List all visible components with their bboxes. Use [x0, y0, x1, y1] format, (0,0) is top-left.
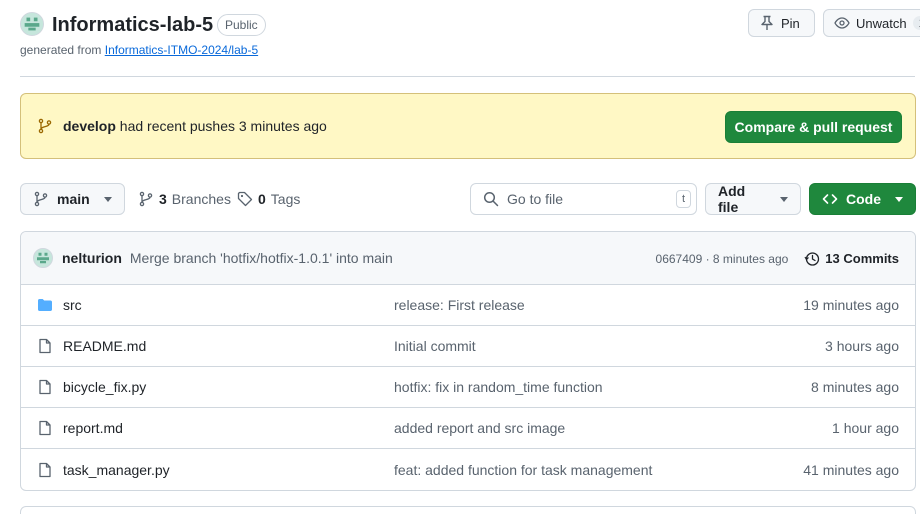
eye-icon [834, 17, 850, 29]
search-input[interactable] [507, 191, 667, 207]
file-name[interactable]: report.md [63, 420, 123, 436]
chevron-down-icon [103, 196, 112, 202]
file-age: 3 hours ago [825, 338, 899, 354]
pin-label: Pin [781, 15, 800, 31]
banner-text: develop had recent pushes 3 minutes ago [63, 118, 327, 134]
branch-name: main [57, 191, 90, 207]
branch-selector[interactable]: main [20, 183, 125, 215]
commit-author[interactable]: nelturion [62, 250, 122, 266]
branches-label: Branches [171, 191, 231, 207]
banner-message: had recent pushes 3 minutes ago [119, 118, 327, 134]
compare-pull-request-button[interactable]: Compare & pull request [725, 111, 902, 143]
file-row-folder[interactable]: src release: First release 19 minutes ag… [21, 285, 915, 326]
watch-count: 1 [912, 16, 920, 30]
repo-toolbar: main 3 Branches 0 Tags t Add file Code [20, 183, 916, 215]
history-icon [804, 251, 820, 266]
keyboard-shortcut-hint: t [675, 190, 691, 208]
generated-prefix: generated from [20, 43, 102, 57]
unwatch-label: Unwatch [856, 15, 907, 31]
chevron-down-icon [780, 196, 788, 202]
branches-count: 3 [159, 191, 167, 207]
file-age: 1 hour ago [832, 420, 899, 436]
file-age: 19 minutes ago [803, 297, 899, 313]
recent-push-banner: develop had recent pushes 3 minutes ago … [20, 93, 916, 159]
pin-button[interactable]: Pin [748, 9, 815, 37]
file-age: 41 minutes ago [803, 461, 899, 478]
template-link[interactable]: Informatics-ITMO-2024/lab-5 [105, 43, 258, 57]
commit-message[interactable]: Merge branch 'hotfix/hotfix-1.0.1' into … [130, 250, 393, 266]
file-icon [39, 462, 51, 477]
file-row[interactable]: bicycle_fix.py hotfix: fix in random_tim… [21, 367, 915, 408]
branches-link[interactable]: 3 Branches [138, 183, 231, 215]
file-name[interactable]: task_manager.py [63, 462, 170, 478]
file-commit-message[interactable]: release: First release [394, 297, 525, 313]
tag-icon [237, 191, 253, 207]
repo-title[interactable]: Informatics-lab-5 [52, 12, 213, 38]
file-row[interactable]: README.md Initial commit 3 hours ago [21, 326, 915, 367]
owner-avatar[interactable] [20, 12, 44, 36]
chevron-down-icon [895, 196, 903, 202]
commit-meta: 0667409 · 8 minutes ago 13 Commits [656, 232, 899, 285]
file-commit-message[interactable]: added report and src image [394, 420, 565, 436]
code-label: Code [846, 191, 881, 207]
author-avatar[interactable] [33, 248, 53, 268]
commits-count: 13 Commits [825, 251, 899, 266]
file-icon [39, 338, 51, 354]
tags-count: 0 [258, 191, 266, 207]
file-commit-message[interactable]: hotfix: fix in random_time function [394, 379, 603, 395]
tags-label: Tags [270, 191, 301, 207]
file-age: 8 minutes ago [811, 379, 899, 395]
readme-panel [20, 506, 916, 514]
commits-history-link[interactable]: 13 Commits [804, 251, 899, 267]
add-file-label: Add file [718, 183, 746, 215]
header-divider [20, 76, 915, 77]
file-commit-message[interactable]: feat: added function for task management [394, 462, 652, 478]
file-row[interactable]: report.md added report and src image 1 h… [21, 408, 915, 449]
file-name[interactable]: src [63, 297, 82, 313]
unwatch-button[interactable]: Unwatch 1 [823, 9, 920, 37]
generated-from: generated from Informatics-ITMO-2024/lab… [20, 43, 258, 57]
file-list: nelturion Merge branch 'hotfix/hotfix-1.… [20, 231, 916, 491]
latest-commit-row: nelturion Merge branch 'hotfix/hotfix-1.… [21, 232, 915, 285]
file-icon [39, 379, 51, 395]
code-icon [822, 194, 838, 204]
add-file-button[interactable]: Add file [705, 183, 801, 215]
file-row[interactable]: task_manager.py feat: added function for… [21, 449, 915, 490]
folder-icon [38, 299, 52, 311]
tags-link[interactable]: 0 Tags [237, 183, 300, 215]
banner-branch[interactable]: develop [63, 118, 116, 134]
file-name[interactable]: README.md [63, 338, 146, 354]
go-to-file-search[interactable]: t [470, 183, 697, 215]
git-branch-icon [38, 118, 52, 134]
git-branch-icon [139, 191, 153, 207]
file-commit-message[interactable]: Initial commit [394, 338, 476, 354]
pin-icon [761, 15, 773, 30]
search-icon [483, 191, 499, 207]
file-name[interactable]: bicycle_fix.py [63, 379, 146, 395]
code-button[interactable]: Code [809, 183, 916, 215]
file-icon [39, 420, 51, 436]
commit-sha-time[interactable]: 0667409 · 8 minutes ago [656, 252, 789, 266]
visibility-badge: Public [217, 14, 266, 36]
git-branch-icon [34, 191, 48, 207]
